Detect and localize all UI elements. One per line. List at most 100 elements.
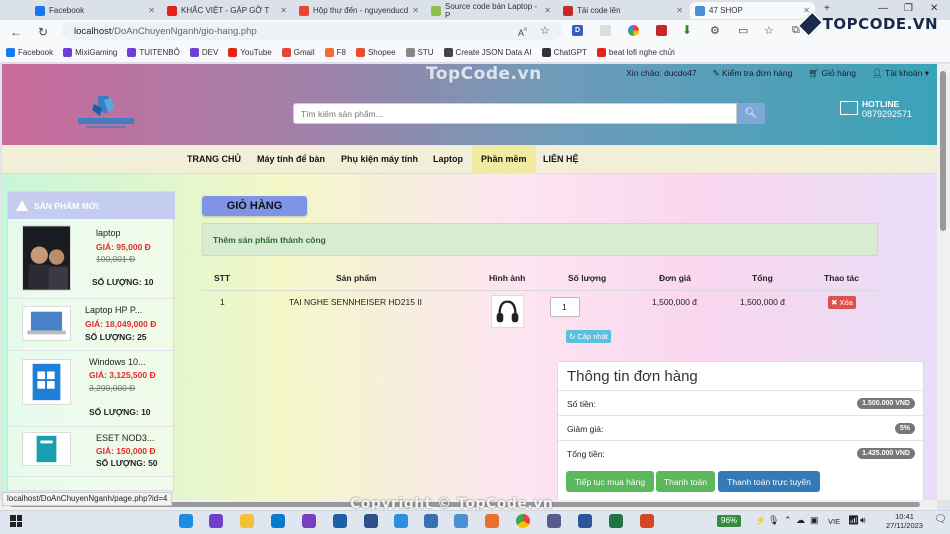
word-icon[interactable]: [578, 514, 592, 528]
product-price: GIÁ: 18,049,000 Đ: [85, 319, 157, 329]
update-button[interactable]: ↻ Cập nhật: [566, 330, 611, 343]
nav-item-desktop[interactable]: Máy tính để bàn: [248, 145, 334, 174]
url-field[interactable]: localhost/DoAnChuyenNganh/gio-hang.php: [62, 22, 562, 40]
volume-icon[interactable]: 🔊︎: [860, 515, 866, 526]
vscode-icon[interactable]: [271, 514, 285, 528]
extensions-puzzle-icon[interactable]: ⚙: [710, 24, 720, 37]
system-tray-icon[interactable]: ▣: [810, 515, 819, 526]
download-icon[interactable]: ⬇: [682, 23, 692, 37]
close-icon[interactable]: ✕: [148, 6, 155, 15]
bookmark-shopee[interactable]: Shopee: [355, 48, 396, 57]
edge-icon[interactable]: [179, 514, 193, 528]
product-thumbnail[interactable]: [22, 306, 71, 341]
xampp-icon[interactable]: [485, 514, 499, 528]
search-button[interactable]: 🔍︎: [737, 103, 765, 124]
vertical-scrollbar[interactable]: [937, 64, 950, 500]
zalo-icon[interactable]: [394, 514, 408, 528]
reload-icon[interactable]: ↻: [38, 25, 48, 39]
bookmark-mixigaming[interactable]: MixiGaming: [63, 48, 117, 57]
app-icon[interactable]: [547, 514, 561, 528]
browser-tab-active[interactable]: 47 SHOP ✕: [690, 2, 815, 19]
bookmark-youtube[interactable]: YouTube: [228, 48, 272, 57]
browser-tab[interactable]: Hộp thư đến - nguyenducd ✕: [294, 2, 424, 19]
chevron-up-icon[interactable]: ⌃: [784, 515, 792, 526]
product-name[interactable]: ESET NOD3...: [96, 433, 154, 443]
bookmark-create-json[interactable]: Create JSON Data AI: [443, 48, 532, 57]
close-icon[interactable]: ✕: [280, 6, 287, 15]
delete-button[interactable]: ✖ Xóa: [828, 296, 856, 309]
online-payment-button[interactable]: Thanh toán trực tuyến: [718, 471, 820, 492]
system-tray-icon[interactable]: ☁︎: [796, 515, 805, 526]
wifi-icon[interactable]: 📶︎: [848, 515, 859, 526]
battery-indicator[interactable]: 96%: [717, 515, 742, 527]
extension-icon[interactable]: [656, 25, 667, 36]
close-icon[interactable]: ✕: [412, 6, 419, 15]
sidebar-product-item[interactable]: Windows 10... GIÁ: 3,125,500 Đ 3,290,000…: [8, 351, 175, 427]
sidebar-product-item[interactable]: ESET NOD3... GIÁ: 150,000 Đ SỐ LƯỢNG: 50: [8, 427, 175, 477]
sidebar-product-item[interactable]: laptop GIÁ: 95,000 Đ 100,001 Đ SỐ LƯỢNG:…: [8, 220, 175, 299]
powerpoint-icon[interactable]: [640, 514, 654, 528]
shop-logo[interactable]: [76, 92, 136, 132]
browser-tab[interactable]: Source code bán Laptop - P ✕: [426, 2, 556, 20]
windows-taskbar: [0, 510, 950, 534]
browser-tab[interactable]: Facebook ✕: [30, 2, 160, 19]
browser-tab[interactable]: KHẮC VIỆT - GẶP GỠ T ✕: [162, 2, 292, 19]
nav-item-contact[interactable]: LIÊN HỆ: [534, 145, 588, 174]
continue-shopping-button[interactable]: Tiếp tục mua hàng: [566, 471, 654, 492]
product-thumbnail[interactable]: [22, 359, 71, 405]
language-indicator[interactable]: VIE: [828, 517, 840, 526]
bookmark-chatgpt[interactable]: ChatGPT: [541, 48, 587, 57]
favorites-icon[interactable]: ☆: [764, 24, 774, 37]
github-icon[interactable]: [209, 514, 223, 528]
app-icon[interactable]: [454, 514, 468, 528]
header-top-links: Xin chào: ducdo47 ✎ Kiểm tra đơn hàng 🛒︎…: [626, 68, 929, 79]
checkout-button[interactable]: Thanh toán: [656, 471, 715, 492]
app-icon[interactable]: [424, 514, 438, 528]
product-thumbnail[interactable]: [22, 432, 71, 466]
clock[interactable]: 10:41 27/11/2023: [886, 512, 923, 530]
bookmark-facebook[interactable]: Facebook: [6, 48, 53, 57]
excel-icon[interactable]: [609, 514, 623, 528]
cart-link[interactable]: 🛒︎ Giỏ hàng: [808, 68, 856, 79]
extension-icon[interactable]: [600, 25, 611, 36]
quantity-input[interactable]: 1: [550, 297, 580, 317]
bookmark-gmail[interactable]: Gmail: [281, 48, 315, 57]
read-aloud-icon[interactable]: Aᵃ: [518, 25, 527, 38]
app-icon[interactable]: [364, 514, 378, 528]
file-explorer-icon[interactable]: [240, 514, 254, 528]
chrome-icon[interactable]: [516, 514, 530, 528]
nav-item-software[interactable]: Phần mềm: [472, 145, 536, 174]
split-screen-icon[interactable]: ▭: [738, 24, 748, 37]
account-dropdown[interactable]: 👤︎ Tài khoản ▾: [872, 68, 929, 79]
bookmark-stu[interactable]: STU: [405, 48, 434, 57]
nav-item-home[interactable]: TRANG CHỦ: [178, 145, 250, 174]
bookmark-dev[interactable]: DEV: [189, 48, 218, 57]
visual-studio-icon[interactable]: [302, 514, 316, 528]
extension-icon[interactable]: D: [572, 25, 583, 36]
order-row-discount: Giảm giá: 5%: [558, 415, 923, 440]
scrollbar-thumb[interactable]: [940, 71, 946, 231]
bookmark-tuitenbo[interactable]: TUITENBÔ: [127, 48, 180, 57]
nav-item-accessories[interactable]: Phụ kiện máy tính: [332, 145, 427, 174]
close-icon[interactable]: ✕: [544, 6, 551, 15]
bookmark-f8[interactable]: F8: [324, 48, 346, 57]
product-thumbnail[interactable]: [22, 225, 71, 291]
product-name[interactable]: Laptop HP P...: [85, 305, 142, 315]
search-input[interactable]: [293, 103, 737, 124]
product-name[interactable]: Windows 10...: [89, 357, 146, 367]
star-icon[interactable]: ☆: [540, 24, 550, 37]
nav-item-laptop[interactable]: Laptop: [424, 145, 472, 174]
mic-icon[interactable]: 🎙︎: [768, 515, 779, 526]
browser-tab[interactable]: Tải code lên ✕: [558, 2, 688, 19]
close-icon[interactable]: ✕: [676, 6, 683, 15]
notification-icon[interactable]: 🗨︎: [934, 514, 947, 525]
bookmark-beat-lofi[interactable]: beat lofi nghe chửi: [596, 48, 675, 57]
extension-icon[interactable]: [628, 25, 639, 36]
product-name[interactable]: laptop: [96, 228, 121, 238]
sidebar-product-item[interactable]: Laptop HP P... GIÁ: 18,049,000 Đ SỐ LƯỢN…: [8, 299, 175, 351]
app-icon[interactable]: [333, 514, 347, 528]
check-order-link[interactable]: ✎ Kiểm tra đơn hàng: [713, 68, 793, 79]
windows-start-icon[interactable]: [10, 515, 22, 527]
col-header-qty: Số lượng: [568, 273, 607, 283]
back-icon[interactable]: ←: [10, 25, 22, 39]
